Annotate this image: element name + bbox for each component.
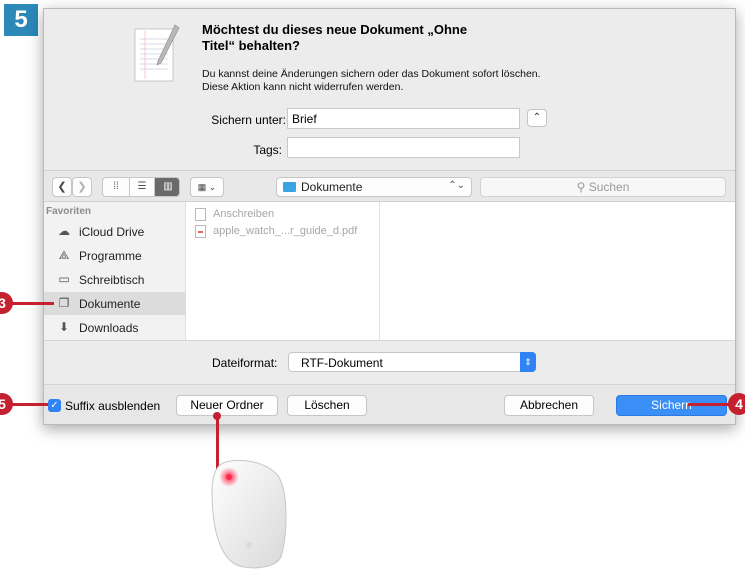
bottom-bar: ✓ Suffix ausblenden Neuer Ordner Löschen…: [44, 384, 735, 424]
updown-chevron-icon: ⇕: [520, 352, 536, 372]
list-view-button[interactable]: ☰: [129, 178, 155, 196]
file-name: Anschreiben: [213, 208, 275, 220]
checkmark-icon: ✓: [50, 400, 59, 411]
forward-button[interactable]: ❯: [72, 177, 92, 197]
sidebar-item-label: Dokumente: [79, 297, 141, 311]
grid-icon: ⁞⁞: [113, 181, 119, 192]
file-name: apple_watch_...r_guide_d.pdf: [213, 225, 358, 237]
dialog-title: Möchtest du dieses neue Dokument „Ohne T…: [202, 22, 468, 53]
format-select[interactable]: RTF-Dokument ⇕: [288, 352, 536, 372]
sidebar-item-programme[interactable]: ⟁ Programme: [44, 244, 186, 267]
hide-extension-label[interactable]: Suffix ausblenden: [65, 399, 160, 413]
desktop-icon: ▭: [58, 272, 70, 286]
dialog-message: Du kannst deine Änderungen sichern oder …: [202, 68, 541, 93]
sidebar-item-icloud-drive[interactable]: ☁ iCloud Drive: [44, 220, 186, 243]
icon-view-button[interactable]: ⁞⁞: [103, 178, 129, 196]
arrange-button[interactable]: ▦ ⌄: [190, 177, 224, 197]
textedit-document-icon: [134, 24, 180, 82]
hide-extension-checkbox[interactable]: ✓: [48, 399, 61, 412]
sidebar-item-downloads[interactable]: ⬇ Downloads: [44, 316, 186, 339]
mouse-icon: [211, 459, 287, 569]
file-browser: Favoriten ☁ iCloud Drive ⟁ Programme ▭ S…: [44, 202, 735, 340]
new-folder-button[interactable]: Neuer Ordner: [176, 395, 278, 416]
callout-5-line: [12, 403, 48, 406]
search-input[interactable]: ⚲ Suchen: [480, 177, 726, 197]
dialog-header: Möchtest du dieses neue Dokument „Ohne T…: [44, 9, 735, 170]
format-value: RTF-Dokument: [301, 356, 383, 370]
browser-toolbar: ❮ ❯ ⁞⁞ ☰ ▥ ▦ ⌄ Dokumente ⌃⌄ ⚲ Suchen: [44, 170, 735, 202]
updown-chevron-icon: ⌃⌄: [448, 180, 465, 191]
folder-icon: [283, 182, 296, 192]
column-view-button[interactable]: ▥: [155, 178, 179, 196]
sidebar-item-schreibtisch[interactable]: ▭ Schreibtisch: [44, 268, 186, 291]
columns-icon: ▥: [163, 181, 173, 192]
sidebar: Favoriten ☁ iCloud Drive ⟁ Programme ▭ S…: [44, 202, 186, 340]
sidebar-item-label: Programme: [79, 249, 142, 263]
downloads-icon: ⬇: [58, 320, 70, 334]
delete-button[interactable]: Löschen: [287, 395, 367, 416]
tags-label: Tags:: [253, 143, 282, 157]
documents-icon: ❐: [58, 296, 70, 310]
save-as-input[interactable]: [287, 108, 520, 129]
collapse-button[interactable]: ⌃: [527, 109, 547, 127]
format-row: Dateiformat: RTF-Dokument ⇕: [44, 340, 735, 384]
sidebar-heading: Favoriten: [46, 206, 92, 217]
cancel-button[interactable]: Abbrechen: [504, 395, 594, 416]
location-select[interactable]: Dokumente ⌃⌄: [276, 177, 472, 197]
back-button[interactable]: ❮: [52, 177, 72, 197]
chevron-left-icon: ❮: [57, 181, 67, 193]
search-placeholder: Suchen: [588, 180, 630, 194]
sidebar-item-label: Downloads: [79, 321, 139, 335]
chevron-up-icon: ⌃: [532, 112, 542, 123]
callout-3-line: [12, 302, 54, 305]
save-dialog: Möchtest du dieses neue Dokument „Ohne T…: [43, 8, 736, 425]
location-label: Dokumente: [301, 180, 363, 194]
view-mode-group: ⁞⁞ ☰ ▥: [102, 177, 180, 197]
arrange-icon: ▦ ⌄: [197, 182, 217, 192]
document-icon: [195, 208, 206, 221]
applications-icon: ⟁: [58, 248, 70, 262]
search-icon: ⚲: [576, 180, 589, 194]
list-icon: ☰: [137, 181, 147, 192]
format-label: Dateiformat:: [212, 356, 278, 370]
save-as-label: Sichern unter:: [211, 113, 286, 127]
callout-4-line: [688, 403, 729, 406]
callout-4: 4: [728, 393, 745, 415]
step-badge: 5: [4, 4, 38, 36]
pdf-icon: [195, 225, 206, 238]
cloud-icon: ☁: [58, 224, 70, 238]
file-list-column: Anschreiben apple_watch_...r_guide_d.pdf: [187, 202, 380, 340]
chevron-right-icon: ❯: [77, 181, 87, 193]
tags-input[interactable]: [287, 137, 520, 158]
sidebar-item-label: Schreibtisch: [79, 273, 145, 287]
sidebar-item-label: iCloud Drive: [79, 225, 145, 239]
sidebar-item-dokumente[interactable]: ❐ Dokumente: [44, 292, 186, 315]
